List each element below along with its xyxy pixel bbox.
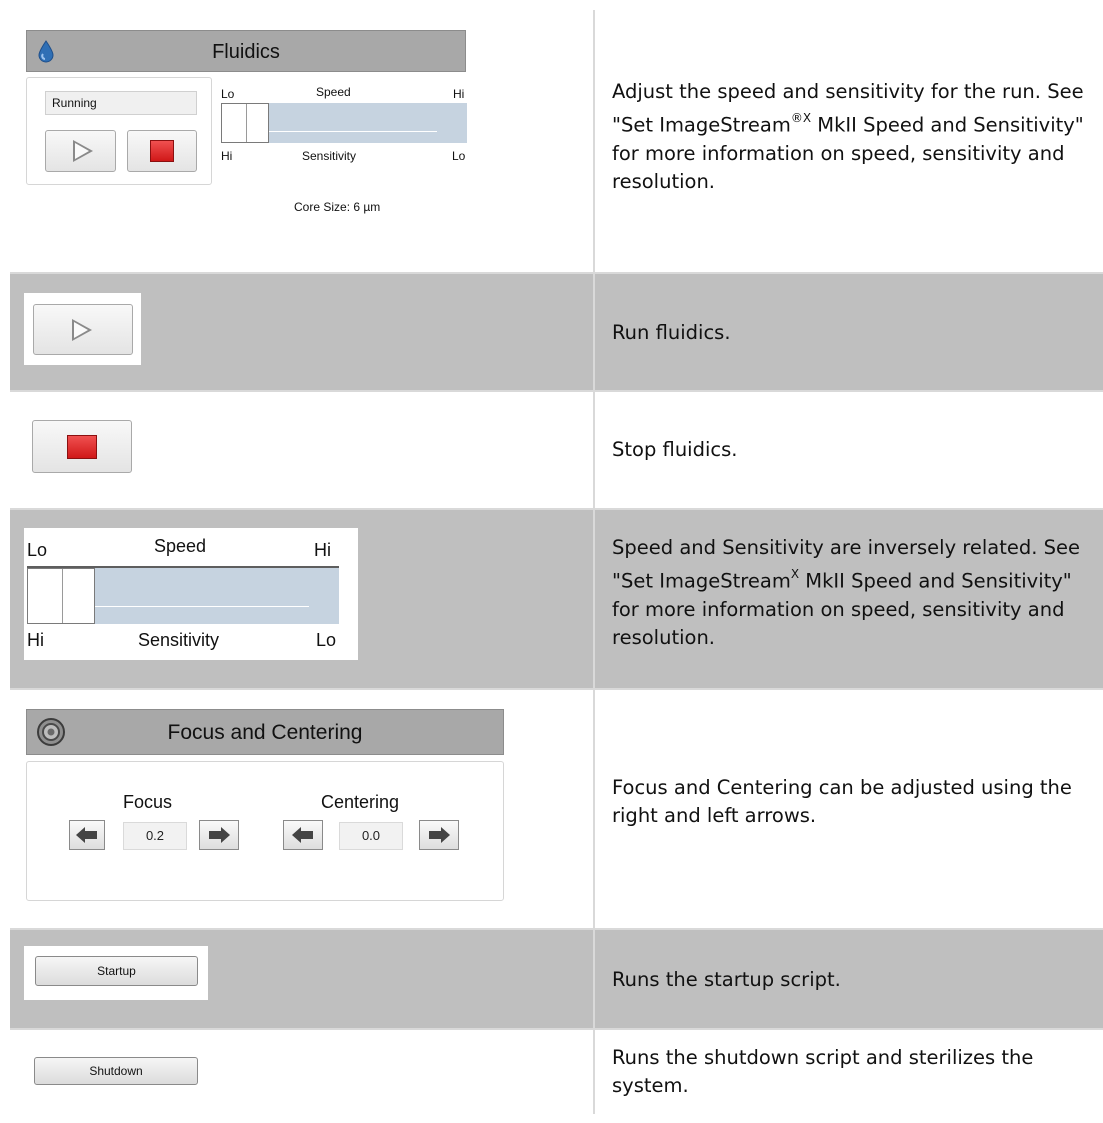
startup-description: Runs the startup script. [612,968,841,991]
fluidics-panel-screenshot: Fluidics Running Lo Speed Hi Hi Sensitiv… [24,27,484,245]
focus-right-button[interactable] [199,820,239,850]
slider-description: Speed and Sensitivity are inversely rela… [612,536,1081,649]
focus-panel-title: Focus and Centering [167,721,363,744]
table-row-startup: Startup Runs the startup script. [10,928,1103,1028]
table-row-focus: Focus and Centering Focus Centering 0.2 … [10,688,1103,928]
stop-icon [67,435,97,459]
table-row-slider: Lo Speed Hi Hi Sensitivity Lo Speed and … [10,508,1103,688]
speed-lo-label: Lo [221,87,235,101]
centering-left-button[interactable] [283,820,323,850]
table-row-fluidics: Fluidics Running Lo Speed Hi Hi Sensitiv… [10,10,1103,272]
play-icon [73,140,93,162]
speed-sensitivity-slider[interactable] [221,103,467,143]
fluidics-status-field: Running [45,91,197,115]
shutdown-button-screenshot: Shutdown [24,1048,208,1094]
centering-value-field[interactable]: 0.0 [339,822,403,850]
run-play-button[interactable] [33,304,133,355]
stop-fluidics-button[interactable] [32,420,132,473]
speed-label: Speed [316,85,351,99]
focus-label: Focus [123,792,173,812]
slider-hi-label: Hi [314,540,331,560]
shutdown-description: Runs the shutdown script and sterilizes … [612,1046,1034,1097]
right-arrow-icon [209,827,230,843]
stop-description: Stop fluidics. [612,438,738,461]
table-row-run: Run fluidics. [10,272,1103,390]
table-row-stop: Stop fluidics. [10,390,1103,508]
centering-label: Centering [321,792,400,812]
slider-thumb[interactable] [221,103,269,143]
run-description: Run fluidics. [612,321,731,344]
focus-centering-group: Focus Centering 0.2 0.0 [26,761,504,901]
play-icon [72,319,92,341]
focus-left-button[interactable] [69,820,105,850]
focus-panel-screenshot: Focus and Centering Focus Centering 0.2 … [24,707,508,904]
fluidics-run-control-group: Running [26,77,212,185]
startup-button-screenshot: Startup [24,946,208,1000]
run-button-screenshot [24,293,141,365]
startup-button[interactable]: Startup [35,956,198,986]
slider-lo-bottom-label: Lo [316,630,337,650]
sensitivity-hi-label: Hi [221,149,233,163]
stop-icon [150,140,174,162]
stop-button[interactable] [127,130,197,172]
focus-description: Focus and Centering can be adjusted usin… [612,776,1072,827]
focus-value-field[interactable]: 0.2 [123,822,187,850]
help-table: Fluidics Running Lo Speed Hi Hi Sensitiv… [10,10,1103,1114]
slider-screenshot: Lo Speed Hi Hi Sensitivity Lo [24,528,358,660]
core-size-label: Core Size: 6 µm [294,200,381,214]
left-arrow-icon [292,827,313,843]
speed-hi-label: Hi [453,87,465,101]
fluidics-panel-title: Fluidics [212,41,280,63]
play-button[interactable] [45,130,116,172]
fluidics-panel-header: Fluidics [26,30,466,72]
slider-speed-label: Speed [154,536,207,556]
left-arrow-icon [76,827,97,843]
large-speed-sensitivity-slider[interactable] [27,566,339,624]
column-divider [593,10,595,1114]
sensitivity-label: Sensitivity [302,149,357,163]
fluidics-description: Adjust the speed and sensitivity for the… [612,80,1084,193]
slider-sensitivity-label: Sensitivity [138,630,220,650]
centering-right-button[interactable] [419,820,459,850]
stop-button-screenshot [24,409,141,483]
large-slider-thumb[interactable] [27,568,95,624]
sensitivity-lo-label: Lo [452,149,466,163]
shutdown-button[interactable]: Shutdown [34,1057,198,1085]
focus-panel-header: Focus and Centering [26,709,504,755]
table-row-shutdown: Shutdown Runs the shutdown script and st… [10,1028,1103,1114]
right-arrow-icon [429,827,450,843]
slider-hi-bottom-label: Hi [27,630,44,650]
slider-lo-label: Lo [27,540,48,560]
